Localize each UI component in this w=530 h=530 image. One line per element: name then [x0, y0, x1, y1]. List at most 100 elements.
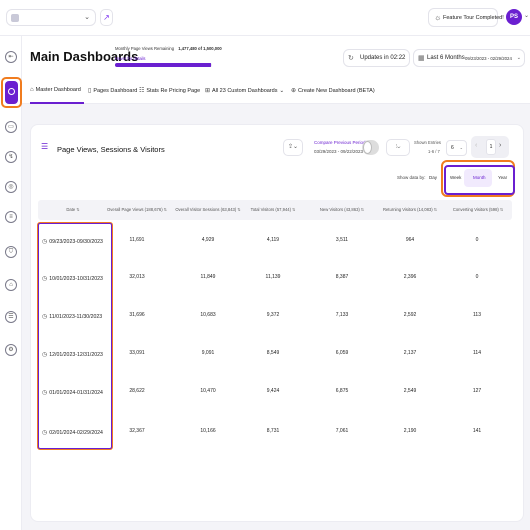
clock-icon: ◷: [42, 352, 48, 358]
feature-tour-label: Feature Tour Completed!: [443, 15, 504, 21]
pages-icon: ▯: [88, 88, 92, 94]
top-bar: ⌄ ↗ ☼ Feature Tour Completed! PS ⌄: [0, 0, 530, 36]
avatar[interactable]: PS: [506, 9, 522, 25]
settings-icon[interactable]: ⚙: [5, 344, 17, 356]
cell-sessions: 11,849: [200, 274, 216, 280]
site-logo: [11, 14, 19, 22]
cell-date: ◷ 02/01/2024-02/29/2024: [42, 430, 103, 436]
pagination: ‹ 1 ›: [471, 136, 509, 158]
export-button[interactable]: ⇪⌄: [283, 139, 303, 156]
sort-icon: ⇅: [433, 207, 438, 212]
calendar-icon[interactable]: ▭: [5, 121, 17, 133]
updates-label: Updates in 02:22: [360, 55, 406, 61]
cell-total-visitors: 11,139: [265, 274, 281, 280]
cell-returning: 2,137: [403, 350, 417, 356]
plus-circle-icon: ⊕: [291, 88, 297, 94]
pageviews-remaining: Monthly Page Views Remaining 1,477,480 o…: [115, 46, 222, 51]
cell-date: ◷ 10/01/2023-10/31/2023: [42, 276, 103, 282]
cell-date: ◷ 09/23/2023-09/30/2023: [42, 239, 103, 245]
cell-page-views: 11,691: [129, 237, 145, 243]
tab-pages-dashboard[interactable]: ▯ Pages Dashboard: [88, 87, 137, 94]
sort-icon: ⇅: [76, 207, 80, 212]
show-by-week[interactable]: Week: [450, 175, 461, 180]
clock-icon: ◷: [42, 390, 48, 396]
pageviews-progress-bar: [115, 63, 212, 67]
database-icon[interactable]: ☰: [5, 311, 17, 323]
store-icon[interactable]: ⌂: [5, 279, 17, 291]
shown-entries-count: 1-6 / 7: [428, 149, 440, 154]
table-icon: ☰: [41, 142, 49, 151]
hover-for-details-link[interactable]: Hover for details: [115, 56, 146, 61]
clock-icon: ◷: [42, 314, 48, 320]
cell-returning: 2,396: [403, 274, 417, 280]
cell-page-views: 28,622: [129, 388, 145, 394]
cursor-icon[interactable]: ↯: [5, 151, 17, 163]
date-range-value: 09/23/2023 - 02/29/2024: [465, 56, 512, 61]
show-data-by-label: Show data by:: [397, 175, 426, 180]
cell-sessions: 4,929: [201, 237, 215, 243]
tab-master-dashboard[interactable]: ⌂ Master Dashboard: [30, 87, 81, 93]
external-link-icon[interactable]: ↗: [100, 9, 113, 26]
column-header-returning[interactable]: Returning Visitors (14,083)⇅: [383, 207, 437, 212]
cell-new-visitors: 7,061: [335, 428, 349, 434]
show-by-year[interactable]: Year: [498, 175, 507, 180]
cell-page-views: 32,013: [129, 274, 145, 280]
chevron-down-icon[interactable]: ⌄: [524, 12, 529, 19]
refresh-icon: ↻: [348, 55, 354, 62]
cell-converting: 113: [473, 312, 481, 318]
calendar-icon: ▦: [418, 55, 425, 62]
column-header-total-visitors[interactable]: Total Visitors (57,944)⇅: [251, 207, 296, 212]
clock-icon: ◷: [42, 239, 48, 245]
prev-page-icon[interactable]: ‹: [475, 142, 477, 149]
sort-icon: ⇅: [163, 207, 167, 212]
cell-total-visitors: 4,119: [266, 237, 280, 243]
column-header-page-views[interactable]: Overall Page Views (188,676)⇅: [107, 207, 167, 212]
show-by-month[interactable]: Month: [473, 175, 486, 180]
cell-page-views: 33,091: [129, 350, 145, 356]
cell-new-visitors: 8,387: [335, 274, 349, 280]
cell-sessions: 10,470: [200, 388, 216, 394]
column-header-converting[interactable]: Converting Visitors (598)⇅: [453, 207, 503, 212]
tab-stats-re-pricing[interactable]: ☷ Stats Re Pricing Page: [139, 87, 200, 94]
date-range-picker[interactable]: ▦ Last 6 Months 09/23/2023 - 02/29/2024 …: [413, 49, 525, 67]
cell-date: ◷ 01/01/2024-01/31/2024: [42, 390, 103, 396]
cell-new-visitors: 3,511: [335, 237, 349, 243]
document-icon[interactable]: ≡: [5, 211, 17, 223]
column-settings-button[interactable]: ⫶⌄: [386, 139, 410, 156]
tab-create-dashboard[interactable]: ⊕ Create New Dashboard (BETA): [291, 87, 375, 94]
cell-converting: 0: [475, 237, 479, 243]
pageviews-remaining-label: Monthly Page Views Remaining: [115, 46, 175, 51]
chevron-down-icon: ⌄: [459, 145, 463, 150]
next-page-icon[interactable]: ›: [499, 142, 501, 149]
shield-icon[interactable]: ⛉: [5, 246, 17, 258]
cell-total-visitors: 9,372: [266, 312, 280, 318]
date-column-inner-highlight: [38, 223, 112, 449]
sort-icon: ⇅: [292, 207, 296, 212]
grid-icon: ⊞: [205, 88, 211, 94]
tab-custom-dashboards[interactable]: ⊞ All 23 Custom Dashboards ⌄: [205, 87, 284, 94]
cell-total-visitors: 9,424: [266, 388, 280, 394]
entries-select[interactable]: 6 ⌄: [446, 140, 467, 156]
sidebar: ⇤ ▭ ↯ ◎ ≡ ⛉ ⌂ ☰ ⚙: [0, 36, 22, 530]
target-icon[interactable]: ◎: [5, 181, 17, 193]
sidebar-item-dashboards[interactable]: [1, 77, 22, 108]
cell-sessions: 10,683: [200, 312, 216, 318]
updates-button[interactable]: ↻ Updates in 02:22: [343, 49, 410, 67]
show-by-group: [444, 165, 515, 195]
column-header-sessions[interactable]: Overall Visitor Sessions (63,843)⇅: [175, 207, 240, 212]
sort-icon: ⇅: [237, 207, 241, 212]
dashboard-icon: ⌂: [30, 87, 34, 93]
cell-converting: 127: [472, 388, 482, 394]
compare-toggle[interactable]: [362, 140, 379, 155]
sort-icon: ⇅: [499, 207, 504, 212]
page-number[interactable]: 1: [486, 139, 496, 155]
site-selector[interactable]: ⌄: [6, 9, 96, 26]
column-header-new-visitors[interactable]: New Visitors (43,863)⇅: [320, 207, 364, 212]
clock-icon: ◷: [42, 430, 48, 436]
widget-title: Page Views, Sessions & Visitors: [57, 145, 165, 154]
feature-tour-button[interactable]: ☼ Feature Tour Completed!: [428, 8, 504, 27]
chevron-down-icon: ⌄: [516, 55, 521, 61]
collapse-icon[interactable]: ⇤: [5, 51, 17, 63]
show-by-day[interactable]: Day: [429, 175, 437, 180]
column-header-date[interactable]: Date⇅: [66, 207, 79, 212]
